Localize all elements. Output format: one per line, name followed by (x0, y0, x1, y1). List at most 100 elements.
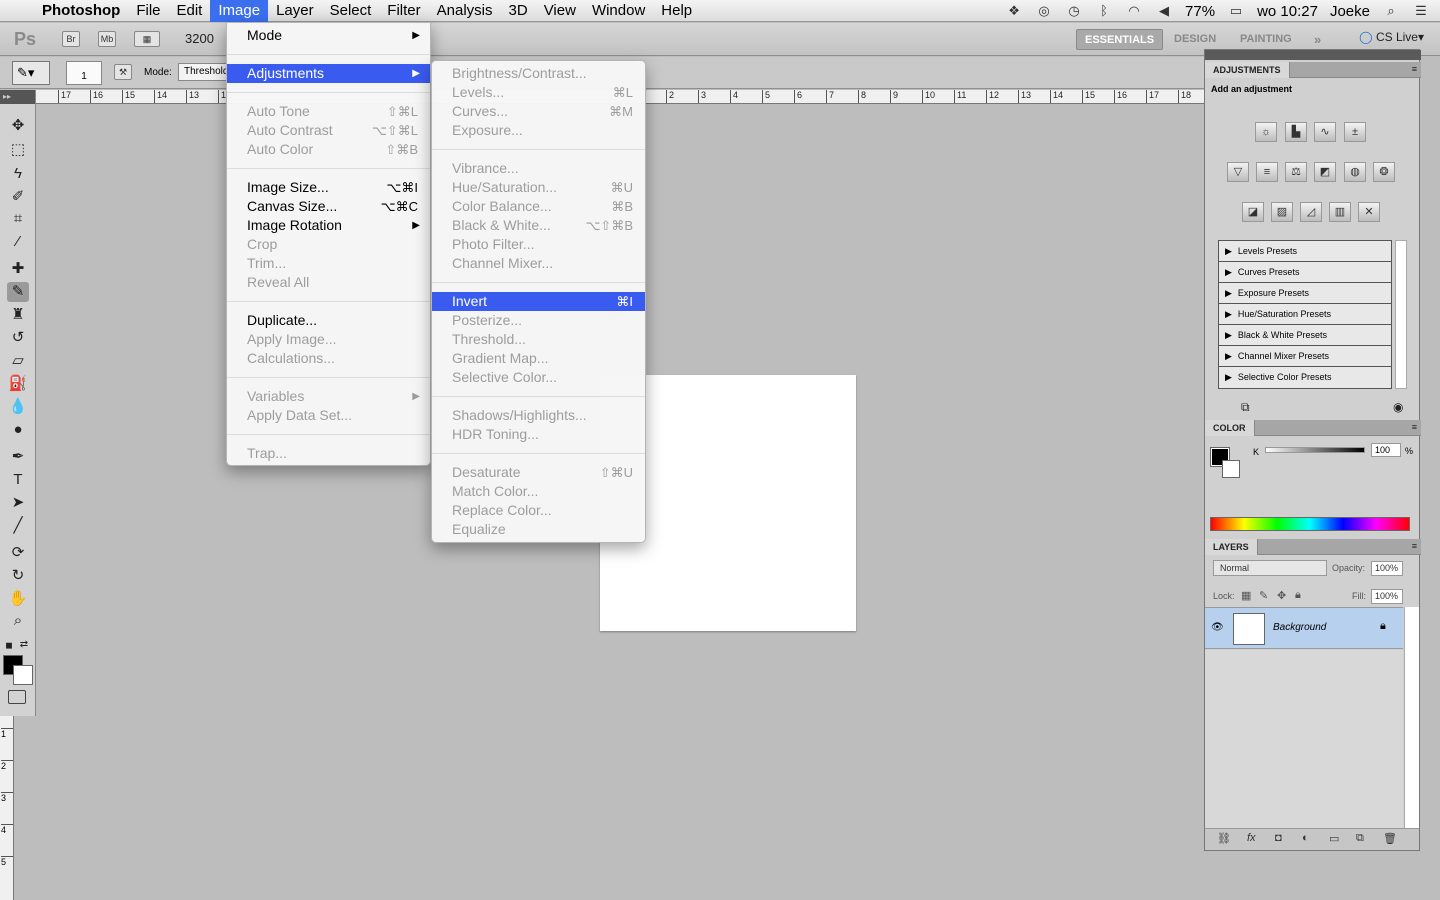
move-tool-icon[interactable]: ✥ (7, 116, 29, 136)
adjustment-layer-icon[interactable]: ◐ (1302, 832, 1309, 844)
type-tool-icon[interactable]: T (7, 470, 29, 490)
volume-icon[interactable]: ◀ (1155, 4, 1173, 18)
layers-tab[interactable]: LAYERS (1205, 539, 1258, 555)
menu-item-image-rotation[interactable]: Image Rotation ▶ (227, 216, 430, 235)
spotlight-icon[interactable]: ⌕ (1382, 4, 1400, 18)
layer-style-icon[interactable]: fx (1247, 832, 1256, 844)
dock-header[interactable] (1205, 50, 1421, 60)
menu-item-canvas-size[interactable]: Canvas Size... ⌥⌘C (227, 197, 430, 216)
color-background-swatch[interactable] (1222, 460, 1240, 478)
menu-edit[interactable]: Edit (169, 0, 211, 22)
tool-preset-picker[interactable]: ✎▾ (12, 61, 50, 85)
menu-item-duplicate[interactable]: Duplicate... (227, 311, 430, 330)
time-machine-icon[interactable]: ◷ (1065, 4, 1083, 18)
workspace-essentials[interactable]: ESSENTIALS (1076, 29, 1164, 50)
gradient-map-icon[interactable]: ▥ (1329, 202, 1351, 222)
channel-mixer-icon[interactable]: ❂ (1373, 162, 1395, 182)
menu-filter[interactable]: Filter (379, 0, 428, 22)
delete-layer-icon[interactable]: 🗑︎ (1383, 832, 1397, 845)
new-layer-icon[interactable]: ⧉ (1356, 832, 1364, 845)
menu-app-name[interactable]: Photoshop (34, 0, 128, 22)
selective-color-icon[interactable]: ✕ (1358, 202, 1380, 222)
layers-scrollbar[interactable] (1404, 607, 1419, 828)
hand-tool-icon[interactable]: ✋ (7, 589, 29, 609)
k-slider[interactable] (1265, 447, 1365, 453)
adjustments-tab[interactable]: ADJUSTMENTS (1205, 62, 1290, 78)
blend-mode-select[interactable]: Normal (1213, 560, 1327, 576)
menu-help[interactable]: Help (653, 0, 700, 22)
panel-menu-icon[interactable]: ≡ (1412, 541, 1417, 551)
layer-name[interactable]: Background (1273, 622, 1326, 633)
minibridge-button[interactable]: Mb (98, 31, 116, 47)
3d-rotate-tool-icon[interactable]: ⟳ (7, 543, 29, 563)
history-brush-tool-icon[interactable]: ↺ (7, 328, 29, 348)
lock-pixels-icon[interactable]: ✎ (1259, 589, 1268, 602)
bluetooth-icon[interactable]: ᛒ (1095, 4, 1113, 18)
menu-view[interactable]: View (536, 0, 584, 22)
menu-window[interactable]: Window (584, 0, 653, 22)
preset-item[interactable]: ▶ Channel Mixer Presets (1219, 346, 1391, 367)
line-tool-icon[interactable]: ╱ (7, 516, 29, 536)
lasso-tool-icon[interactable]: ϟ (7, 164, 29, 184)
levels-icon[interactable]: ▙ (1285, 122, 1307, 142)
sync-icon[interactable]: ◎ (1035, 4, 1053, 18)
preset-item[interactable]: ▶ Exposure Presets (1219, 283, 1391, 304)
workspace-design[interactable]: DESIGN (1166, 29, 1224, 50)
bridge-button[interactable]: Br (62, 31, 80, 47)
menu-layer[interactable]: Layer (268, 0, 322, 22)
menu-image[interactable]: Image (210, 0, 269, 22)
clip-to-layer-icon[interactable]: ⧉ (1241, 400, 1250, 415)
background-color[interactable] (13, 665, 33, 685)
menu-3d[interactable]: 3D (501, 0, 536, 22)
vibrance-icon[interactable]: ▽ (1227, 162, 1249, 182)
preset-item[interactable]: ▶ Hue/Saturation Presets (1219, 304, 1391, 325)
workspace-painting[interactable]: PAINTING (1232, 29, 1300, 50)
panel-menu-icon[interactable]: ≡ (1412, 64, 1417, 74)
preset-item[interactable]: ▶ Curves Presets (1219, 262, 1391, 283)
tools-collapse-icon[interactable]: ▸▸ (0, 90, 35, 104)
paint-bucket-tool-icon[interactable]: ⛽ (7, 374, 29, 394)
pencil-tool-icon[interactable]: ✎ (7, 282, 29, 302)
clone-stamp-tool-icon[interactable]: ♜ (7, 305, 29, 325)
wifi-icon[interactable]: ◠ (1125, 4, 1143, 18)
dodge-tool-icon[interactable]: ● (7, 420, 29, 440)
menu-analysis[interactable]: Analysis (429, 0, 501, 22)
photo-filter-icon[interactable]: ◍ (1344, 162, 1366, 182)
brush-panel-icon[interactable]: ⚒ (114, 64, 132, 80)
blur-tool-icon[interactable]: 💧 (7, 397, 29, 417)
color-tab[interactable]: COLOR (1205, 420, 1255, 436)
menu-item-adjustments[interactable]: Adjustments ▶ (227, 64, 430, 83)
invert-icon[interactable]: ◪ (1242, 202, 1264, 222)
lock-transparency-icon[interactable]: ▦ (1241, 589, 1251, 602)
menu-item-image-size[interactable]: Image Size... ⌥⌘I (227, 178, 430, 197)
presets-scrollbar[interactable] (1395, 240, 1407, 389)
menu-select[interactable]: Select (322, 0, 380, 22)
battery-percent[interactable]: 77% (1185, 3, 1215, 20)
exposure-icon[interactable]: ± (1344, 122, 1366, 142)
quick-mask-icon[interactable] (8, 690, 26, 704)
dropbox-icon[interactable]: ❖ (1005, 4, 1023, 18)
zoom-tool-icon[interactable]: ⌕ (7, 611, 29, 631)
menu-file[interactable]: File (128, 0, 168, 22)
lock-position-icon[interactable]: ✥ (1277, 589, 1286, 602)
clock[interactable]: wo 10:27 (1257, 3, 1318, 20)
preset-item[interactable]: ▶ Selective Color Presets (1219, 367, 1391, 388)
threshold-icon[interactable]: ◿ (1300, 202, 1322, 222)
opacity-field[interactable]: 100% (1371, 561, 1403, 576)
crop-tool-icon[interactable]: ⌗ (7, 209, 29, 229)
quick-selection-tool-icon[interactable]: ✐ (7, 187, 29, 207)
color-balance-icon[interactable]: ⚖ (1285, 162, 1307, 182)
list-icon[interactable]: ☰ (1412, 4, 1430, 18)
user-name[interactable]: Joeke (1330, 3, 1370, 20)
view-previous-state-icon[interactable]: ◉ (1393, 400, 1403, 414)
eyedropper-tool-icon[interactable]: ⁄ (7, 232, 29, 252)
hue-saturation-icon[interactable]: ≡ (1256, 162, 1278, 182)
pen-tool-icon[interactable]: ✒ (7, 447, 29, 467)
eraser-tool-icon[interactable]: ▱ (7, 351, 29, 371)
menu-item-invert[interactable]: Invert ⌘I (432, 292, 645, 311)
battery-icon[interactable]: ▭ (1227, 4, 1245, 18)
path-selection-tool-icon[interactable]: ➤ (7, 493, 29, 513)
new-group-icon[interactable]: ▭ (1329, 832, 1339, 845)
preset-item[interactable]: ▶ Black & White Presets (1219, 325, 1391, 346)
view-extras-icon[interactable]: ▦ (134, 31, 160, 47)
